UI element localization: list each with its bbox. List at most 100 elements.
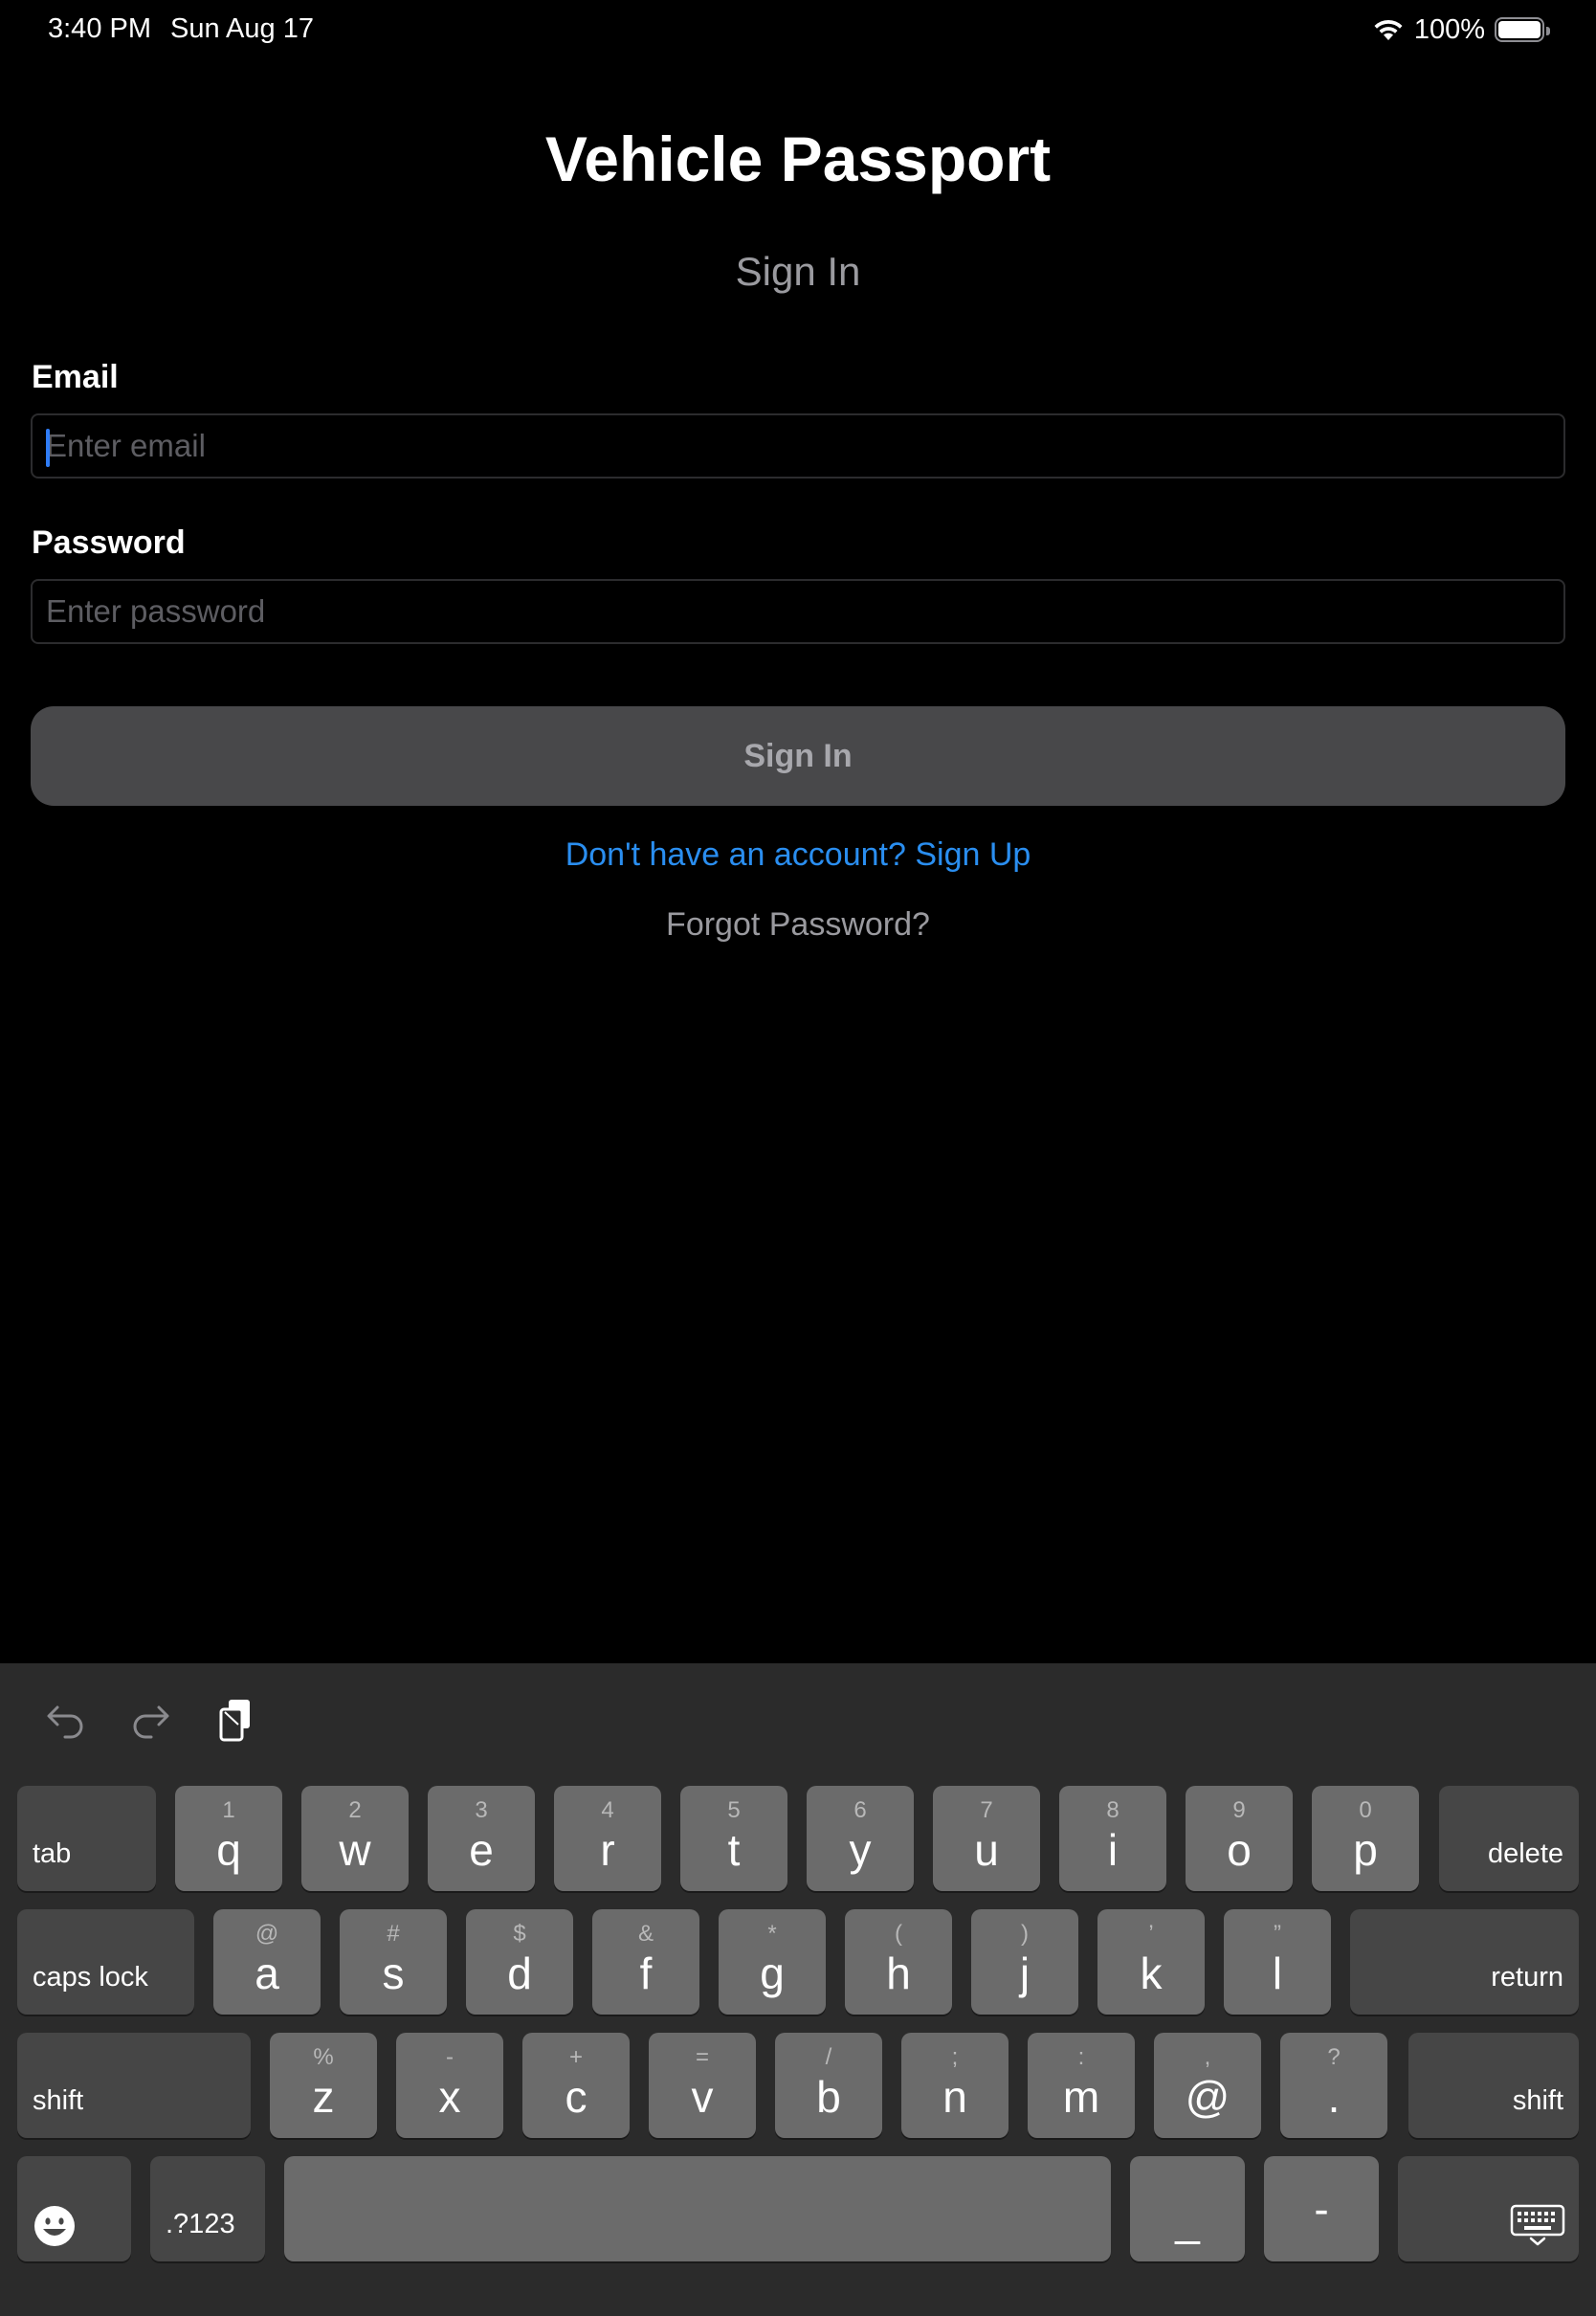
key-letter: b <box>816 2072 841 2122</box>
key-letter: - <box>1314 2184 1329 2234</box>
email-input[interactable] <box>33 415 1563 477</box>
status-bar: 3:40 PM Sun Aug 17 100% <box>0 0 1596 61</box>
key-letter: p <box>1353 1825 1378 1875</box>
key-a[interactable]: @ a <box>213 1909 321 2015</box>
status-time: 3:40 PM <box>48 13 151 44</box>
left-shift-key[interactable]: shift <box>17 2033 251 2138</box>
key-letter: @ <box>1185 2072 1230 2122</box>
key-d[interactable]: $ d <box>466 1909 573 2015</box>
emoji-key[interactable] <box>17 2156 131 2261</box>
forgot-password-link[interactable]: Forgot Password? <box>0 906 1596 944</box>
key-k[interactable]: ’ k <box>1097 1909 1205 2015</box>
key-hint: / <box>825 2044 832 2070</box>
key-hint: # <box>387 1921 400 1947</box>
key-h[interactable]: ( h <box>845 1909 952 2015</box>
key-letter: r <box>600 1825 615 1875</box>
space-bar[interactable] <box>284 2156 1111 2261</box>
key-hint: 1 <box>222 1797 235 1823</box>
key-n[interactable]: ; n <box>901 2033 1009 2138</box>
sign-up-link[interactable]: Don't have an account? Sign Up <box>0 836 1596 874</box>
caps-lock-key-label: caps lock <box>33 1962 148 1993</box>
key-period[interactable]: ? . <box>1280 2033 1387 2138</box>
keyboard-toolbar <box>0 1663 1596 1772</box>
key-x[interactable]: - x <box>396 2033 503 2138</box>
key-m[interactable]: : m <box>1028 2033 1135 2138</box>
redo-icon[interactable] <box>126 1696 174 1744</box>
key-letter: t <box>727 1825 741 1875</box>
return-key-label: return <box>1491 1962 1563 1993</box>
key-p[interactable]: 0 p <box>1312 1786 1419 1891</box>
key-hint: + <box>568 2044 583 2070</box>
key-y[interactable]: 6 y <box>807 1786 914 1891</box>
shift-key-label: shift <box>1512 2085 1563 2116</box>
status-date: Sun Aug 17 <box>170 13 314 44</box>
return-key[interactable]: return <box>1350 1909 1579 2015</box>
wifi-icon <box>1374 19 1403 40</box>
key-g[interactable]: * g <box>719 1909 826 2015</box>
key-letter: q <box>216 1825 241 1875</box>
key-letter: _ <box>1175 2195 1200 2245</box>
key-hint: 2 <box>348 1797 362 1823</box>
key-s[interactable]: # s <box>340 1909 447 2015</box>
key-hint: ; <box>951 2044 959 2070</box>
text-cursor <box>46 429 50 467</box>
password-input[interactable] <box>33 581 1563 642</box>
key-letter: c <box>565 2072 587 2122</box>
key-e[interactable]: 3 e <box>428 1786 535 1891</box>
key-w[interactable]: 2 w <box>301 1786 409 1891</box>
key-at[interactable]: , @ <box>1154 2033 1261 2138</box>
key-hint: ’ <box>1148 1921 1154 1947</box>
numbers-key-label: .?123 <box>166 2209 235 2239</box>
numbers-key[interactable]: .?123 <box>150 2156 265 2261</box>
right-shift-key[interactable]: shift <box>1408 2033 1579 2138</box>
key-hint: 5 <box>727 1797 741 1823</box>
paste-icon[interactable] <box>212 1696 260 1744</box>
key-hint: * <box>767 1921 777 1947</box>
key-letter: f <box>639 1949 653 1998</box>
key-letter: l <box>1272 1949 1283 1998</box>
underscore-key[interactable]: _ <box>1130 2156 1245 2261</box>
tab-key[interactable]: tab <box>17 1786 156 1891</box>
key-letter: x <box>438 2072 461 2122</box>
key-i[interactable]: 8 i <box>1059 1786 1166 1891</box>
key-r[interactable]: 4 r <box>554 1786 661 1891</box>
key-letter: i <box>1107 1825 1119 1875</box>
caps-lock-key[interactable]: caps lock <box>17 1909 194 2015</box>
hide-keyboard-key[interactable] <box>1398 2156 1579 2261</box>
key-hint: 6 <box>853 1797 867 1823</box>
key-letter: a <box>255 1949 279 1998</box>
key-t[interactable]: 5 t <box>680 1786 787 1891</box>
key-hint: $ <box>513 1921 526 1947</box>
key-l[interactable]: ” l <box>1224 1909 1331 2015</box>
shift-key-label: shift <box>33 2085 84 2116</box>
key-b[interactable]: / b <box>775 2033 882 2138</box>
delete-key[interactable]: delete <box>1439 1786 1579 1891</box>
key-letter: k <box>1140 1949 1163 1998</box>
key-o[interactable]: 9 o <box>1186 1786 1293 1891</box>
key-v[interactable]: = v <box>649 2033 756 2138</box>
password-field[interactable] <box>31 579 1565 644</box>
key-hint: 7 <box>980 1797 993 1823</box>
key-f[interactable]: & f <box>592 1909 699 2015</box>
key-hint: = <box>695 2044 709 2070</box>
key-j[interactable]: ) j <box>971 1909 1078 2015</box>
dash-key[interactable]: - <box>1264 2156 1379 2261</box>
key-letter: s <box>382 1949 405 1998</box>
delete-key-label: delete <box>1487 1838 1563 1869</box>
key-c[interactable]: + c <box>522 2033 630 2138</box>
email-label: Email <box>32 359 119 395</box>
on-screen-keyboard: tab 1 q 2 w 3 e 4 r 5 t 6 y 7 u 8 i 9 o … <box>0 1663 1596 2316</box>
key-u[interactable]: 7 u <box>933 1786 1040 1891</box>
battery-percentage: 100% <box>1413 13 1485 45</box>
key-letter: g <box>760 1949 785 1998</box>
password-label: Password <box>32 524 186 561</box>
key-z[interactable]: % z <box>270 2033 377 2138</box>
sign-in-button[interactable]: Sign In <box>31 706 1565 806</box>
key-q[interactable]: 1 q <box>175 1786 282 1891</box>
key-hint: ) <box>1021 1921 1029 1947</box>
key-hint: & <box>637 1921 654 1947</box>
key-letter: z <box>312 2072 335 2122</box>
undo-icon[interactable] <box>42 1696 90 1744</box>
key-hint: @ <box>255 1921 279 1947</box>
email-field[interactable] <box>31 413 1565 479</box>
